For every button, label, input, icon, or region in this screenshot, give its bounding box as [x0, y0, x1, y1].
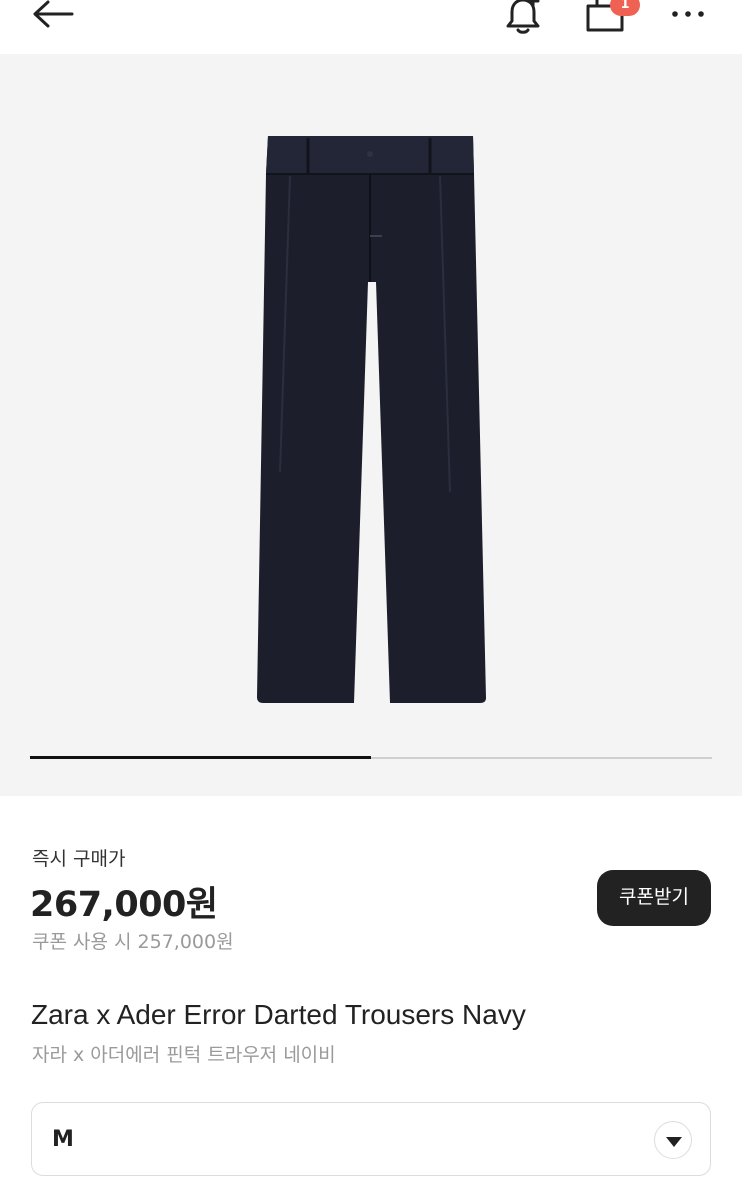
product-image-gallery[interactable] — [0, 54, 742, 796]
size-select[interactable]: M — [31, 1102, 711, 1176]
gallery-progress-track — [30, 756, 712, 759]
back-arrow-icon[interactable] — [30, 0, 76, 32]
instant-buy-label: 즉시 구매가 — [32, 848, 126, 870]
product-title-ko: 자라 x 아더에러 핀턱 트라우저 네이비 — [32, 1044, 336, 1066]
cart-count-badge: 1 — [610, 0, 640, 16]
get-coupon-button[interactable]: 쿠폰받기 — [597, 870, 711, 926]
dropdown-arrow-icon[interactable] — [654, 1121, 692, 1159]
gallery-progress-fill — [30, 756, 371, 759]
coupon-price: 쿠폰 사용 시 257,000원 — [32, 931, 234, 953]
product-info: 즉시 구매가 267,000원 쿠폰 사용 시 257,000원 쿠폰받기 Za… — [0, 796, 742, 1200]
product-title-en: Zara x Ader Error Darted Trousers Navy — [31, 999, 526, 1030]
selected-size: M — [52, 1127, 74, 1152]
more-icon[interactable] — [668, 4, 710, 24]
price: 267,000원 — [30, 885, 218, 925]
product-image — [257, 136, 486, 703]
top-bar: 1 — [0, 0, 742, 54]
bell-plus-icon[interactable] — [500, 0, 546, 36]
